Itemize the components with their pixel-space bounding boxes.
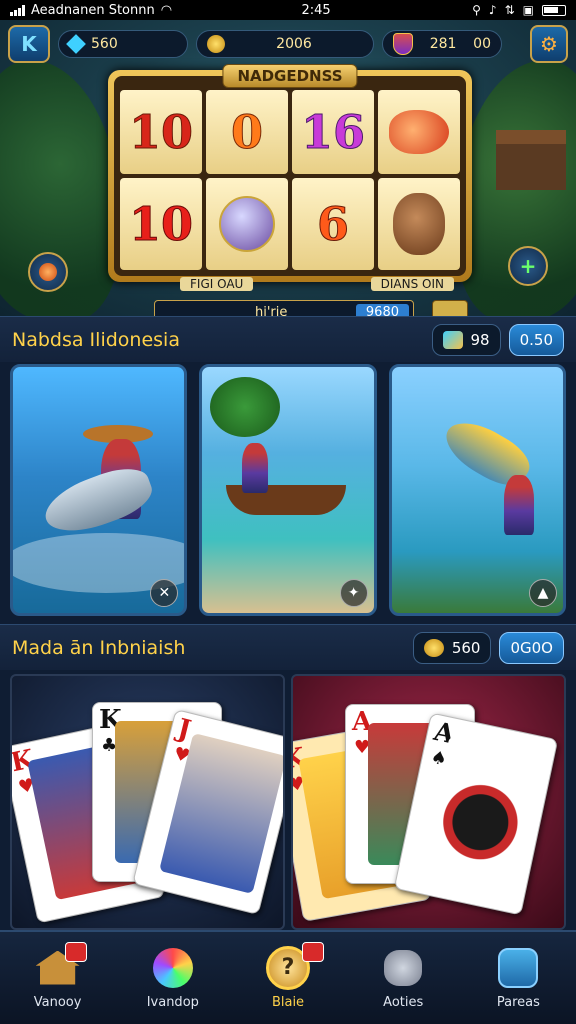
star-icon[interactable]: ✦ [339, 579, 368, 607]
score-right: 00 [473, 36, 491, 52]
fisher-figure [503, 475, 534, 535]
reel-symbol: 10 [120, 178, 202, 270]
reel-symbol: 16 [292, 90, 374, 174]
cards-section-header: Mada ān Inbniaish 560 0G0O [0, 624, 576, 670]
cards-blue-chip[interactable]: 0G0O [499, 631, 564, 664]
orange-orb-icon [39, 263, 57, 281]
reel-label-right: DIANS OIN [370, 277, 454, 291]
coin-balance-value: 2006 [276, 36, 312, 52]
notification-icon: ⚲ [472, 3, 481, 17]
plus-icon: + [519, 254, 537, 278]
add-button[interactable]: + [508, 246, 548, 286]
reel-symbol: 10 [120, 90, 202, 174]
bottom-nav: Vanooy Ivandop ? Blaie Aoties Pareas [0, 930, 576, 1024]
reel-symbol [378, 90, 460, 174]
carrier-info: Aeadnanen Stonnn ◠ [10, 3, 230, 18]
nav-label-home: Vanooy [33, 994, 82, 1010]
nav-item-random[interactable]: Ivandop [115, 932, 230, 1024]
reel-grid: 10 0 16 10 6 [114, 76, 466, 276]
status-bar: Aeadnanen Stonnn ◠ 2:45 ⚲ ♪ ⇅ ▣ [0, 0, 576, 20]
reel-symbol: 6 [292, 178, 374, 270]
spin-bar[interactable]: hi'rie 9680 [154, 300, 414, 316]
cards-section-title: Mada ān Inbniaish [12, 636, 186, 659]
fishing-chip-value: 98 [470, 330, 490, 349]
fishing-game-card[interactable]: ✕ [10, 364, 188, 616]
fisher-figure [242, 443, 269, 493]
lock-icon: ▣ [522, 3, 534, 17]
sound-icon: ♪ [488, 3, 497, 17]
cards-chip-value: 560 [451, 638, 481, 657]
nav-label-bonus: Blaie [271, 994, 305, 1010]
reel-symbol [378, 178, 460, 270]
data-icon: ⇅ [504, 3, 515, 17]
bet-coin-button[interactable] [432, 300, 468, 316]
reel-symbol: 0 [206, 90, 288, 174]
left-bonus-button[interactable] [28, 252, 68, 292]
reel-label-left: FIGI OAU [180, 277, 254, 291]
notification-badge [301, 942, 324, 962]
profile-button[interactable]: K [8, 25, 50, 63]
signal-icon [10, 4, 25, 16]
carrier-name: Aeadnanen Stonnn [31, 2, 155, 18]
slot-reels: NADGEDNSS 10 0 16 10 6 [108, 64, 472, 282]
coin-balance[interactable]: 2006 [196, 30, 374, 58]
reel-symbol [206, 178, 288, 270]
fishing-game-card[interactable]: ✦ [199, 364, 377, 616]
slot-game-area: K 560 2006 281 00 ⚙ NADGEDNSS 10 0 16 10… [0, 20, 576, 316]
nav-item-home[interactable]: Vanooy [0, 932, 115, 1024]
palm-decoration [210, 377, 281, 437]
nav-item-bonus[interactable]: ? Blaie [230, 932, 345, 1024]
gem-balance[interactable]: 560 [58, 30, 188, 58]
notification-badge [65, 942, 88, 962]
score-left: 281 [429, 36, 457, 52]
fishing-section-title: Nabdsa Ilidonesia [12, 328, 180, 351]
score-display[interactable]: 281 00 [382, 30, 502, 58]
fishing-games-row: ✕ ✦ ▲ [10, 364, 566, 616]
card-games-row: K ♥ K ♣ J ♥ K ♥ A ♥ A ♠ [10, 674, 566, 930]
settings-button[interactable]: ⚙ [530, 25, 568, 63]
rank-badge-icon [393, 33, 413, 55]
coin-icon [207, 35, 225, 53]
action-icon [384, 949, 423, 986]
reel-labels: FIGI OAU DIANS OIN [180, 277, 480, 291]
slot-title: NADGEDNSS [222, 64, 358, 88]
card-game-panel[interactable]: K ♥ K ♣ J ♥ [10, 674, 285, 930]
gear-icon: ⚙ [540, 32, 558, 56]
fish-figure [38, 459, 158, 543]
random-icon [152, 947, 193, 988]
status-icons: ⚲ ♪ ⇅ ▣ [472, 3, 566, 17]
nav-item-actions[interactable]: Aoties [346, 932, 461, 1024]
cross-tools-icon[interactable]: ✕ [150, 579, 179, 607]
spin-text: hi'rie [255, 304, 288, 317]
gem-chip-icon [442, 330, 463, 349]
spin-value: 9680 [355, 303, 409, 316]
fishing-chip[interactable]: 98 [431, 323, 501, 356]
nav-label-random: Ivandop [146, 994, 199, 1010]
fishing-blue-chip[interactable]: 0.50 [508, 323, 564, 356]
fish-symbol-icon [389, 110, 449, 154]
hut-decoration [496, 130, 566, 190]
nav-label-actions: Aoties [383, 994, 424, 1010]
nav-label-pages: Pareas [496, 994, 540, 1010]
fishing-section-header: Nabdsa Ilidonesia 98 0.50 [0, 316, 576, 362]
cards-chip[interactable]: 560 [412, 631, 492, 664]
nav-item-pages[interactable]: Pareas [461, 932, 576, 1024]
orb-symbol-icon [219, 196, 275, 252]
battery-icon [542, 4, 566, 16]
gem-icon [66, 34, 86, 54]
fishing-game-card[interactable]: ▲ [388, 364, 566, 616]
top-hud: K 560 2006 281 00 ⚙ [0, 24, 576, 64]
card-game-panel[interactable]: K ♥ A ♥ A ♠ [291, 674, 566, 930]
pages-icon [498, 947, 539, 988]
coin-chip-icon [423, 638, 444, 657]
gem-balance-value: 560 [91, 36, 118, 52]
mask-symbol-icon [393, 193, 445, 255]
anvil-icon[interactable]: ▲ [528, 579, 557, 607]
status-time: 2:45 [301, 2, 331, 18]
wifi-icon: ◠ [160, 2, 173, 18]
